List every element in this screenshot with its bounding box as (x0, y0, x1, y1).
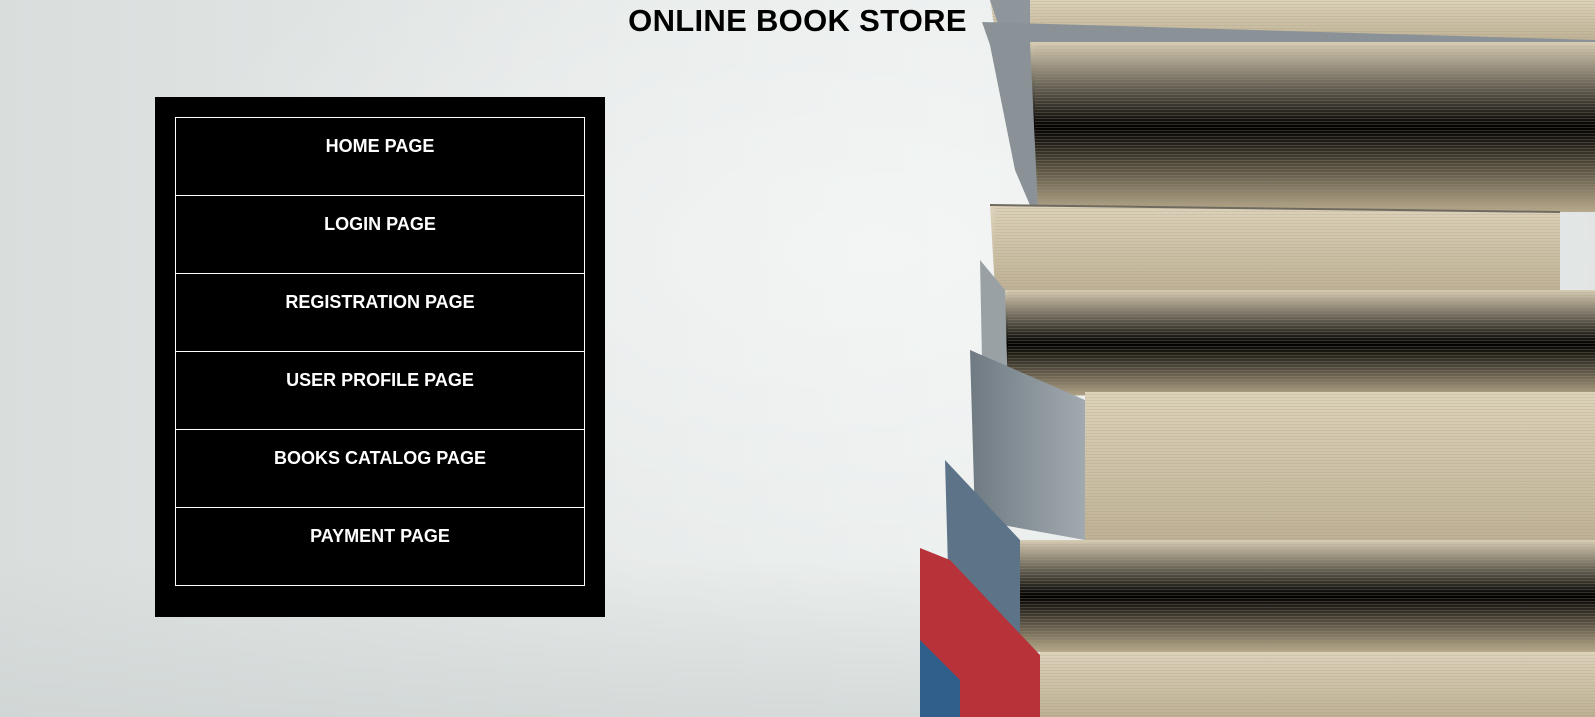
book-stack-image (920, 0, 1595, 717)
nav-item-payment[interactable]: PAYMENT PAGE (175, 507, 585, 586)
nav-item-books-catalog[interactable]: BOOKS CATALOG PAGE (175, 429, 585, 508)
site-title: ONLINE BOOK STORE (628, 3, 967, 38)
nav-item-user-profile[interactable]: USER PROFILE PAGE (175, 351, 585, 430)
nav-item-home[interactable]: HOME PAGE (175, 117, 585, 196)
nav-item-registration[interactable]: REGISTRATION PAGE (175, 273, 585, 352)
nav-item-login[interactable]: LOGIN PAGE (175, 195, 585, 274)
navigation-panel: HOME PAGE LOGIN PAGE REGISTRATION PAGE U… (155, 97, 605, 617)
navigation-list: HOME PAGE LOGIN PAGE REGISTRATION PAGE U… (175, 117, 585, 586)
